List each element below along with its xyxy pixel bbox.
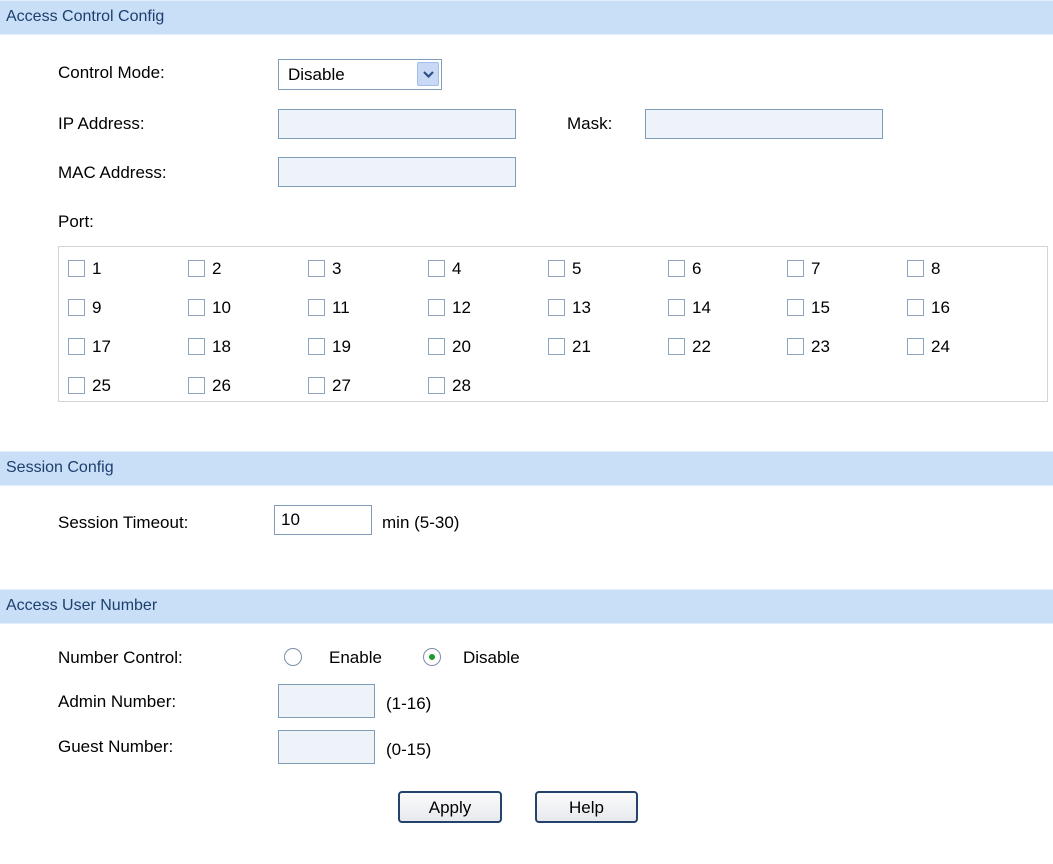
port-number-label: 15	[811, 298, 830, 317]
control-mode-select[interactable]: Disable	[278, 59, 442, 90]
port-number-label: 19	[332, 337, 351, 356]
port-checkbox[interactable]	[308, 377, 325, 394]
chevron-down-icon[interactable]	[417, 62, 439, 86]
port-number-label: 16	[931, 298, 950, 317]
number-control-label: Number Control:	[58, 648, 183, 667]
port-checkbox[interactable]	[907, 260, 924, 277]
port-number-label: 20	[452, 337, 471, 356]
session-timeout-unit: min (5-30)	[382, 513, 460, 532]
port-number-label: 5	[572, 259, 582, 278]
port-checkbox[interactable]	[308, 299, 325, 316]
port-checkbox[interactable]	[428, 338, 445, 355]
session-timeout-value: 10	[281, 510, 300, 529]
port-number-label: 27	[332, 376, 351, 395]
port-number-label: 2	[212, 259, 222, 278]
port-checkbox[interactable]	[548, 260, 565, 277]
port-number-label: 10	[212, 298, 231, 317]
port-number-label: 28	[452, 376, 471, 395]
port-checkbox[interactable]	[188, 299, 205, 316]
port-checkbox[interactable]	[428, 299, 445, 316]
port-checkbox[interactable]	[548, 338, 565, 355]
port-number-label: 6	[692, 259, 702, 278]
access-user-number-title: Access User Number	[6, 597, 158, 614]
port-number-label: 7	[811, 259, 821, 278]
enable-label: Enable	[329, 648, 382, 667]
port-checkbox[interactable]	[428, 377, 445, 394]
port-checkbox[interactable]	[68, 377, 85, 394]
port-number-label: 8	[931, 259, 941, 278]
guest-number-label: Guest Number:	[58, 737, 174, 756]
port-number-label: 25	[92, 376, 111, 395]
port-number-label: 22	[692, 337, 711, 356]
port-checkbox[interactable]	[188, 338, 205, 355]
port-checkbox[interactable]	[668, 299, 685, 316]
guest-number-range: (0-15)	[386, 740, 432, 759]
enable-radio[interactable]	[284, 648, 302, 666]
port-checkbox[interactable]	[188, 377, 205, 394]
access-control-title: Access Control Config	[6, 8, 165, 25]
port-checkbox[interactable]	[548, 299, 565, 316]
session-config-title: Session Config	[6, 459, 114, 476]
port-number-label: 24	[931, 337, 950, 356]
port-checkbox[interactable]	[787, 338, 804, 355]
port-checkbox[interactable]	[668, 260, 685, 277]
ip-address-label: IP Address:	[58, 114, 145, 133]
mask-label: Mask:	[567, 114, 613, 133]
ip-address-input[interactable]	[278, 109, 516, 139]
port-checkbox[interactable]	[68, 338, 85, 355]
control-mode-value: Disable	[288, 65, 345, 84]
disable-label: Disable	[463, 648, 520, 667]
port-number-label: 1	[92, 259, 102, 278]
access-user-number-header: Access User Number	[0, 589, 1053, 624]
admin-number-range: (1-16)	[386, 694, 432, 713]
port-grid: 1 2 3 4 5 6 7 8 9 10 11 12 13 14 15 16 17 18 19 20 21 22 23 24 2…	[58, 246, 1048, 402]
port-checkbox[interactable]	[308, 260, 325, 277]
port-checkbox[interactable]	[308, 338, 325, 355]
session-timeout-input[interactable]: 10	[274, 505, 372, 535]
help-button[interactable]: Help	[535, 791, 638, 823]
admin-number-input[interactable]	[278, 684, 375, 718]
port-number-label: 21	[572, 337, 591, 356]
access-control-header: Access Control Config	[0, 0, 1053, 35]
port-number-label: 14	[692, 298, 711, 317]
guest-number-input[interactable]	[278, 730, 375, 764]
port-number-label: 9	[92, 298, 102, 317]
port-number-label: 3	[332, 259, 342, 278]
port-number-label: 13	[572, 298, 591, 317]
port-number-label: 4	[452, 259, 462, 278]
port-checkbox[interactable]	[907, 338, 924, 355]
session-timeout-label: Session Timeout:	[58, 513, 189, 532]
port-number-label: 17	[92, 337, 111, 356]
port-number-label: 12	[452, 298, 471, 317]
control-mode-label: Control Mode:	[58, 63, 165, 82]
port-checkbox[interactable]	[188, 260, 205, 277]
port-number-label: 26	[212, 376, 231, 395]
port-number-label: 11	[332, 298, 350, 317]
disable-radio[interactable]	[423, 648, 441, 666]
port-checkbox[interactable]	[428, 260, 445, 277]
port-checkbox[interactable]	[907, 299, 924, 316]
port-checkbox[interactable]	[668, 338, 685, 355]
mask-input[interactable]	[645, 109, 883, 139]
port-label: Port:	[58, 212, 94, 231]
port-checkbox[interactable]	[68, 260, 85, 277]
session-config-header: Session Config	[0, 451, 1053, 486]
mac-address-input[interactable]	[278, 157, 516, 187]
port-checkbox[interactable]	[787, 260, 804, 277]
mac-address-label: MAC Address:	[58, 163, 167, 182]
port-number-label: 23	[811, 337, 830, 356]
port-checkbox[interactable]	[787, 299, 804, 316]
port-checkbox[interactable]	[68, 299, 85, 316]
port-number-label: 18	[212, 337, 231, 356]
apply-button[interactable]: Apply	[398, 791, 502, 823]
admin-number-label: Admin Number:	[58, 692, 177, 711]
